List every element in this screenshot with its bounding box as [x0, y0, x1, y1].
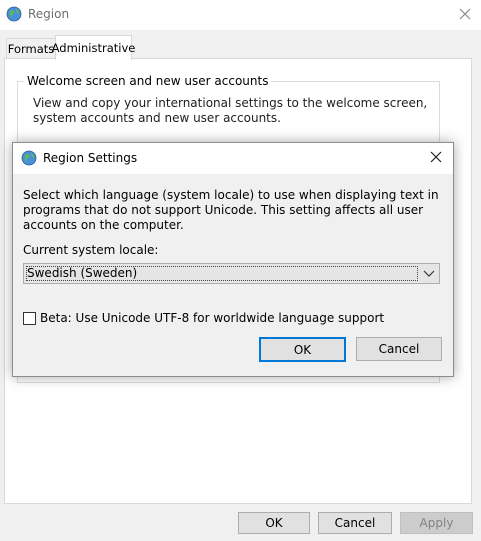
locale-selected-value: Swedish (Sweden)	[27, 266, 138, 280]
utf8-checkbox-label[interactable]: Beta: Use Unicode UTF-8 for worldwide la…	[40, 311, 384, 325]
chevron-down-icon	[423, 270, 435, 277]
dialog-title: Region Settings	[43, 151, 138, 165]
dialog-cancel-button[interactable]: Cancel	[356, 337, 442, 361]
window-title: Region	[28, 7, 70, 21]
ok-button[interactable]: OK	[238, 512, 310, 534]
system-locale-select[interactable]: Swedish (Sweden)	[23, 263, 440, 284]
locale-label: Current system locale:	[23, 243, 159, 257]
tab-administrative[interactable]: Administrative	[52, 35, 135, 60]
welcome-group-description: View and copy your international setting…	[33, 96, 428, 125]
dialog-close-button[interactable]	[426, 147, 446, 167]
dialog-ok-button[interactable]: OK	[259, 337, 346, 362]
dialog-description: Select which language (system locale) to…	[23, 188, 439, 232]
cancel-button[interactable]: Cancel	[318, 512, 392, 534]
apply-button[interactable]: Apply	[400, 512, 473, 534]
region-settings-dialog: Region Settings Select which language (s…	[12, 142, 454, 377]
globe-icon	[6, 6, 22, 22]
close-icon	[459, 8, 470, 20]
globe-icon	[21, 150, 37, 166]
tab-formats[interactable]: Formats	[6, 38, 56, 59]
title-bar: Region	[0, 0, 481, 30]
welcome-group-legend: Welcome screen and new user accounts	[24, 74, 272, 88]
close-icon	[430, 151, 442, 163]
close-button[interactable]	[448, 0, 481, 28]
utf8-checkbox[interactable]	[23, 312, 36, 325]
